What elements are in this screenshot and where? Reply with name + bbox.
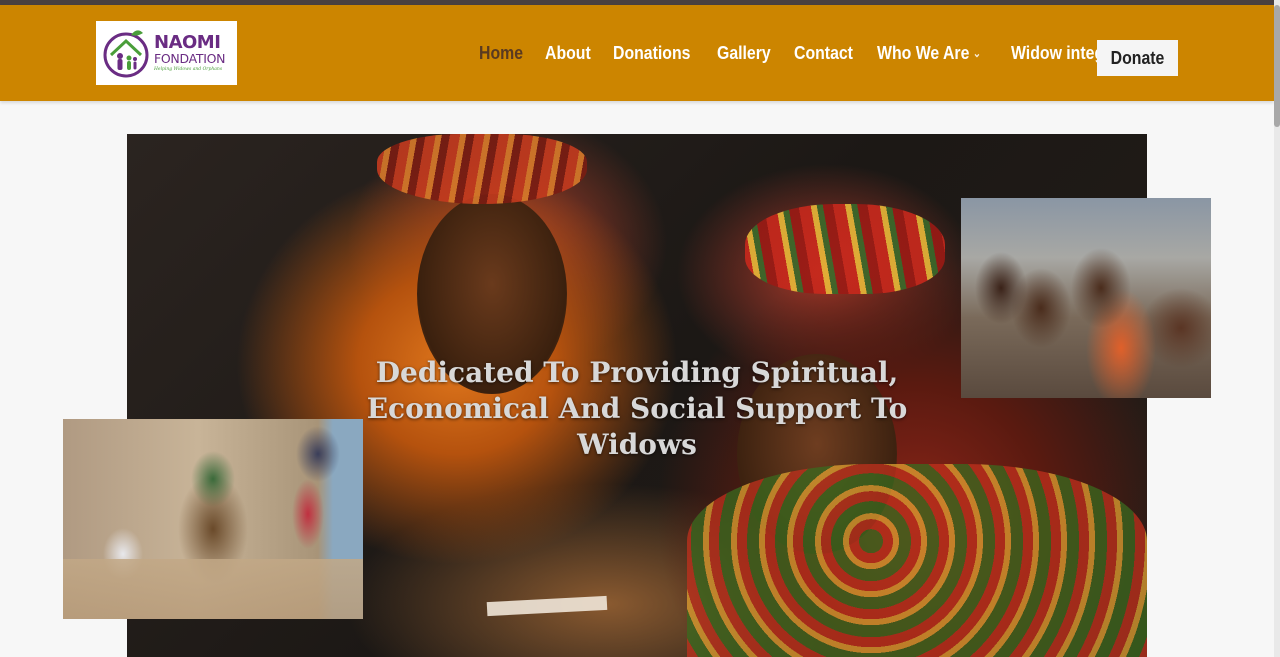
chevron-down-icon: ⌄ bbox=[972, 48, 982, 60]
nav-about[interactable]: About bbox=[545, 43, 591, 64]
nav-who-we-are[interactable]: Who We Are ⌄ bbox=[877, 43, 981, 64]
nav-donations[interactable]: Donations bbox=[613, 43, 690, 64]
nav-contact[interactable]: Contact bbox=[794, 43, 853, 64]
hero-headscarf-left bbox=[377, 134, 587, 204]
nav-gallery[interactable]: Gallery bbox=[717, 43, 771, 64]
photo-ground bbox=[63, 559, 363, 619]
nav-who-we-are-label: Who We Are bbox=[877, 43, 970, 63]
site-logo[interactable]: NAOMI FONDATION Helping Widows and Orpha… bbox=[96, 21, 237, 85]
hero-headscarf-right bbox=[745, 204, 945, 294]
children-group-photo bbox=[961, 198, 1211, 398]
widows-outdoor-photo bbox=[63, 419, 363, 619]
logo-tagline: Helping Widows and Orphans bbox=[154, 66, 223, 72]
donate-button[interactable]: Donate bbox=[1097, 40, 1178, 76]
nav-home[interactable]: Home bbox=[479, 43, 523, 64]
donate-label: Donate bbox=[1110, 47, 1165, 68]
main-nav: Home About Donations Gallery Contact Who… bbox=[479, 43, 1196, 64]
logo-text: NAOMI FONDATION Helping Widows and Orpha… bbox=[154, 34, 225, 72]
hero-dress-pattern bbox=[687, 464, 1147, 657]
scrollbar-thumb[interactable] bbox=[1274, 5, 1280, 127]
logo-subname: FONDATION bbox=[154, 51, 226, 66]
logo-name: NAOMI bbox=[154, 32, 221, 53]
hero-paper-strip bbox=[486, 595, 608, 617]
house-family-icon bbox=[103, 30, 149, 78]
site-header: NAOMI FONDATION Helping Widows and Orpha… bbox=[0, 5, 1274, 101]
